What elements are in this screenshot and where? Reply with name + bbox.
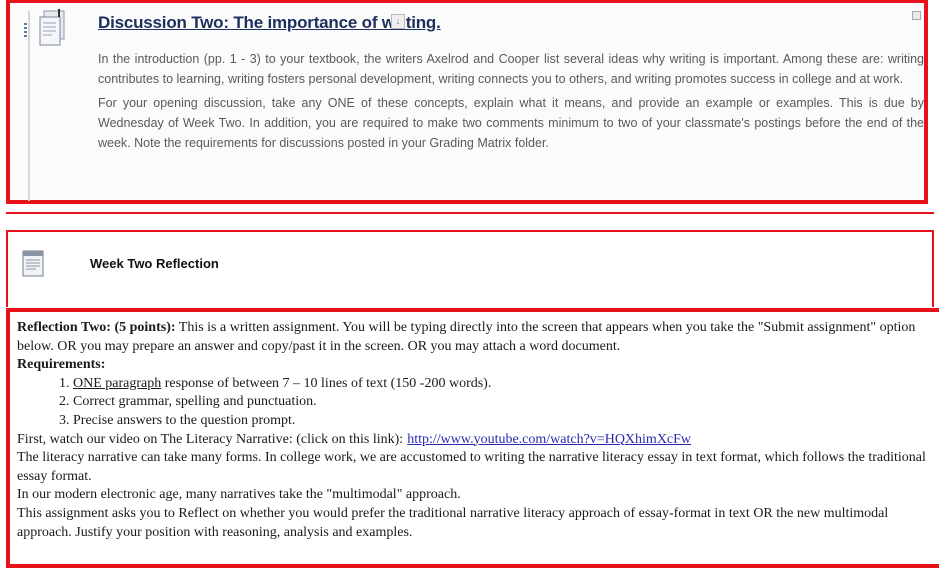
reflection-intro: Reflection Two: (5 points): This is a wr…	[17, 319, 939, 356]
reflection-heading: Reflection Two: (5 points):	[17, 320, 176, 335]
discussion-title-link[interactable]: Discussion Two: The importance of writin…	[98, 13, 441, 33]
requirement-item: Correct grammar, spelling and punctuatio…	[73, 393, 939, 412]
document-icon	[22, 250, 44, 277]
section-divider	[6, 212, 934, 214]
screenshot-frame: Discussion Two: The importance of writin…	[0, 0, 939, 573]
assignment-paragraph: This assignment asks you to Reflect on w…	[17, 505, 889, 540]
youtube-video-link[interactable]: http://www.youtube.com/watch?v=HQXhimXcF…	[407, 432, 691, 447]
reflection-content: Reflection Two: (5 points): This is a wr…	[17, 319, 939, 542]
requirements-heading: Requirements:	[17, 357, 106, 373]
week-two-reflection-title[interactable]: Week Two Reflection	[90, 256, 219, 271]
reflection-panel: Reflection Two: (5 points): This is a wr…	[6, 308, 939, 568]
video-instruction: First, watch our video on The Literacy N…	[17, 431, 692, 447]
discussion-paragraph-1: In the introduction (pp. 1 - 3) to your …	[98, 52, 924, 86]
week-two-reflection-item[interactable]: Week Two Reflection	[6, 232, 934, 307]
requirement-item: Precise answers to the question prompt.	[73, 412, 939, 431]
discussion-document-icon	[39, 9, 65, 46]
discussion-panel: Discussion Two: The importance of writin…	[6, 0, 928, 204]
scroll-corner-icon[interactable]	[912, 11, 921, 20]
narrative-paragraph: The literacy narrative can take many for…	[17, 450, 926, 484]
requirement-item: ONE paragraph response of between 7 – 10…	[73, 375, 939, 394]
requirements-list: ONE paragraph response of between 7 – 10…	[17, 375, 939, 431]
panel-divider-line	[28, 11, 30, 201]
modern-age-paragraph: In our modern electronic age, many narra…	[17, 487, 461, 503]
discussion-paragraph-2: For your opening discussion, take any ON…	[98, 96, 924, 150]
discussion-description: In the introduction (pp. 1 - 3) to your …	[98, 49, 924, 157]
chevron-down-icon[interactable]: ↓	[391, 14, 405, 29]
drag-handle[interactable]	[24, 23, 27, 37]
